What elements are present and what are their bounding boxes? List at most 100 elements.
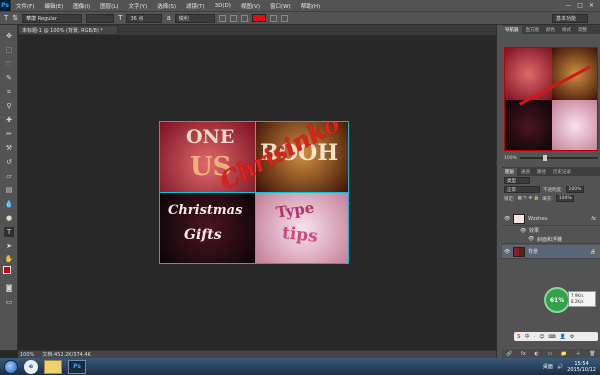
emoji-icon[interactable]: 😊: [539, 334, 544, 340]
menu-window[interactable]: 窗口(W): [265, 2, 296, 10]
zoom-level[interactable]: 100%: [20, 352, 34, 358]
quick-mask-icon[interactable]: ◙: [4, 283, 14, 293]
warp-text-icon[interactable]: [269, 14, 277, 22]
start-button[interactable]: [4, 359, 18, 374]
history-brush-tool-icon[interactable]: ↺: [4, 157, 14, 167]
fill-field[interactable]: 100%: [555, 195, 574, 202]
network-speed-widget[interactable]: 61%: [544, 287, 570, 313]
font-style-select[interactable]: [86, 13, 115, 23]
menu-help[interactable]: 帮助(H): [296, 2, 325, 10]
settings-icon[interactable]: ⚙: [570, 334, 574, 340]
sogou-logo: S: [517, 333, 521, 340]
navigator-zoom-slider[interactable]: [519, 155, 598, 161]
ime-toolbar[interactable]: S 中 · 😊 ⌨ 👤 ⚙: [514, 332, 598, 341]
layer-effects-row[interactable]: 👁 效果: [502, 226, 600, 235]
add-style-icon[interactable]: fx: [521, 351, 526, 357]
tab-histogram[interactable]: 直方图: [523, 26, 543, 34]
ime-mode[interactable]: 中: [525, 333, 530, 340]
tab-navigator[interactable]: 导航器: [502, 26, 522, 34]
tab-paths[interactable]: 路径: [534, 168, 549, 176]
eraser-tool-icon[interactable]: ▱: [4, 171, 14, 181]
align-right-icon[interactable]: [240, 14, 248, 22]
horizontal-guide[interactable]: [160, 192, 348, 193]
dodge-tool-icon[interactable]: ●: [4, 213, 14, 223]
type-tool-icon[interactable]: T: [4, 227, 14, 237]
user-icon[interactable]: 👤: [560, 334, 566, 340]
screen-mode-icon[interactable]: ▭: [4, 297, 14, 307]
desktop-toolbar[interactable]: 桌面: [543, 363, 553, 370]
photoshop-taskbar-button[interactable]: Ps: [68, 359, 86, 374]
healing-brush-tool-icon[interactable]: ✚: [4, 115, 14, 125]
workspace-select[interactable]: 基本功能: [552, 14, 588, 23]
new-group-icon[interactable]: 📁: [561, 351, 567, 357]
lock-icons[interactable]: ▦ ✎ ✥ 🔒: [518, 196, 540, 201]
link-layers-icon[interactable]: 🔗: [506, 351, 512, 357]
font-size-select[interactable]: 36 点: [126, 13, 163, 23]
menu-type[interactable]: 文字(Y): [124, 2, 153, 10]
blend-mode-select[interactable]: 正常: [504, 186, 540, 193]
font-family-select[interactable]: 華康 Regular: [22, 13, 83, 23]
clock[interactable]: 15:54 2015/10/12: [567, 361, 596, 373]
tab-color[interactable]: 颜色: [543, 26, 558, 34]
type-tool-icon[interactable]: T: [4, 14, 8, 22]
tab-history[interactable]: 历史记录: [550, 168, 574, 176]
clone-stamp-tool-icon[interactable]: ⚒: [4, 143, 14, 153]
ime-punct[interactable]: ·: [534, 334, 536, 340]
align-left-icon[interactable]: [218, 14, 226, 22]
volume-icon[interactable]: 🔊: [557, 364, 563, 370]
fx-icon[interactable]: fx: [591, 216, 600, 222]
gradient-tool-icon[interactable]: ▤: [4, 185, 14, 195]
menu-3d[interactable]: 3D(D): [210, 3, 236, 9]
menu-layer[interactable]: 图层(L): [95, 2, 123, 10]
lasso-tool-icon[interactable]: ➰: [4, 59, 14, 69]
add-mask-icon[interactable]: ▭: [547, 351, 552, 357]
antialias-select[interactable]: 锐利: [174, 13, 215, 23]
ie-icon[interactable]: e: [24, 359, 38, 374]
new-layer-icon[interactable]: ＋: [576, 350, 581, 357]
blur-tool-icon[interactable]: 💧: [4, 199, 14, 209]
quick-select-tool-icon[interactable]: ✎: [4, 73, 14, 83]
close-button[interactable]: ✕: [589, 2, 594, 9]
menu-edit[interactable]: 编辑(E): [39, 2, 68, 10]
tab-styles[interactable]: 样式: [559, 26, 574, 34]
layer-filter-select[interactable]: 类型: [504, 177, 530, 184]
explorer-icon[interactable]: [44, 359, 62, 374]
path-select-tool-icon[interactable]: ➤: [4, 241, 14, 251]
crop-tool-icon[interactable]: ⌗: [4, 87, 14, 97]
align-center-icon[interactable]: [229, 14, 237, 22]
menu-view[interactable]: 视图(V): [236, 2, 265, 10]
tab-layers[interactable]: 图层: [502, 168, 517, 176]
document-tab[interactable]: 未标题-1 @ 100% (背景, RGB/8) *: [18, 25, 118, 35]
text-orientation-icon[interactable]: ⇅: [12, 14, 18, 22]
marquee-tool-icon[interactable]: ⬚: [4, 45, 14, 55]
eyedropper-tool-icon[interactable]: ⚲: [4, 101, 14, 111]
menu-image[interactable]: 图像(I): [68, 2, 95, 10]
tab-adjustments[interactable]: 调整: [575, 26, 590, 34]
menu-file[interactable]: 文件(F): [11, 2, 39, 10]
layer-row-text[interactable]: 👁 Wzsheu fx: [502, 212, 600, 226]
character-panel-icon[interactable]: [280, 14, 288, 22]
brush-tool-icon[interactable]: ✏: [4, 129, 14, 139]
layer-row-background[interactable]: 👁 背景 🔒: [502, 245, 600, 259]
eye-icon[interactable]: 👁: [504, 216, 510, 222]
eye-icon[interactable]: 👁: [504, 249, 510, 255]
move-tool-icon[interactable]: ✥: [4, 31, 14, 41]
menu-filter[interactable]: 滤镜(T): [181, 2, 210, 10]
minimize-button[interactable]: —: [565, 2, 571, 9]
layer-bevel-row[interactable]: 👁 斜面和浮雕: [502, 235, 600, 244]
navigator-preview[interactable]: [504, 47, 598, 151]
eye-icon[interactable]: 👁: [528, 236, 534, 242]
hand-tool-icon[interactable]: ✋: [4, 254, 14, 264]
text-color-swatch[interactable]: [251, 14, 266, 22]
tab-channels[interactable]: 通道: [518, 168, 533, 176]
opacity-field[interactable]: 100%: [565, 186, 584, 193]
adjustment-layer-icon[interactable]: ◐: [534, 351, 538, 357]
delete-layer-icon[interactable]: 🗑: [589, 351, 595, 357]
keyboard-icon[interactable]: ⌨: [548, 334, 555, 340]
vertical-guide[interactable]: [255, 122, 256, 263]
document-canvas[interactable]: ONE US BOOH Christmas Gifts Type tips Ch…: [159, 121, 349, 264]
foreground-color-swatch[interactable]: [3, 266, 11, 274]
menu-select[interactable]: 选择(S): [152, 2, 181, 10]
eye-icon[interactable]: 👁: [520, 228, 526, 234]
maximize-button[interactable]: □: [577, 2, 583, 9]
